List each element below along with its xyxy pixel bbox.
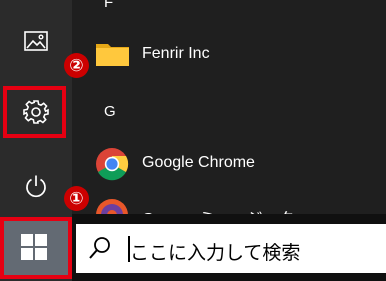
- app-item-fenrir[interactable]: Fenrir Inc: [90, 34, 386, 74]
- section-letter-f[interactable]: F: [104, 0, 113, 11]
- app-label: Google Chrome: [142, 154, 255, 171]
- folder-icon: [96, 44, 129, 66]
- start-menu-rail: [0, 0, 72, 214]
- search-box[interactable]: ここに入力して検索: [76, 224, 386, 273]
- callout-marker-1: ①: [64, 186, 89, 211]
- section-letter-g[interactable]: G: [104, 103, 116, 120]
- pictures-button[interactable]: [0, 20, 72, 64]
- start-menu: F Fenrir Inc G Google Chrome Groove ミュージ…: [0, 0, 386, 231]
- windows-logo-icon: [21, 234, 47, 260]
- start-button[interactable]: [0, 214, 72, 281]
- app-item-google-chrome[interactable]: Google Chrome: [90, 143, 386, 183]
- search-icon: [89, 237, 110, 259]
- gear-icon: [23, 100, 49, 124]
- power-icon: [26, 175, 46, 198]
- power-button[interactable]: [0, 164, 72, 208]
- settings-button[interactable]: [0, 86, 72, 142]
- taskbar: ここに入力して検索: [0, 214, 386, 281]
- app-label: Fenrir Inc: [142, 45, 210, 62]
- search-placeholder: ここに入力して検索: [130, 243, 301, 264]
- pictures-icon: [24, 31, 48, 51]
- chrome-icon: [96, 148, 129, 181]
- callout-marker-2: ②: [64, 53, 89, 78]
